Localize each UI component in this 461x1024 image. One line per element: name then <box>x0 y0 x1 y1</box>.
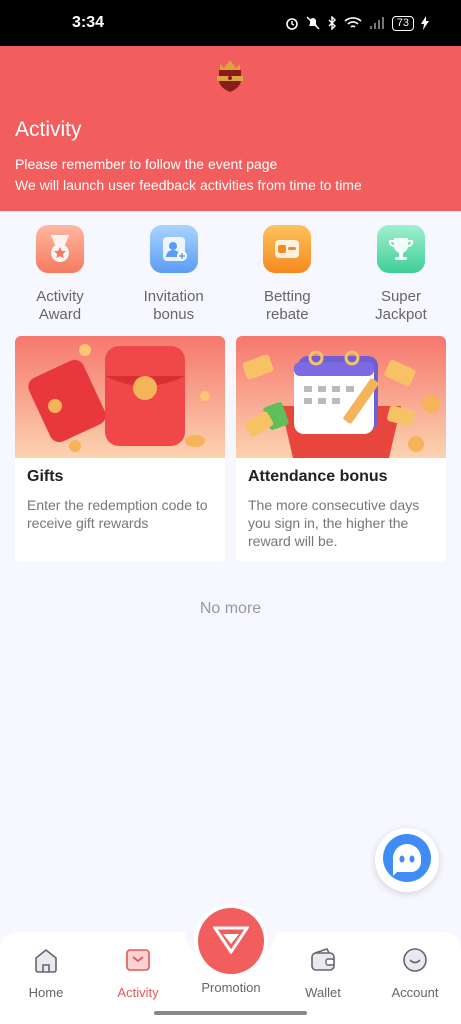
category-label: Activity Award <box>36 288 84 324</box>
category-label-line-1: Super <box>380 288 421 305</box>
brand-logo <box>215 58 245 92</box>
customer-service-button[interactable] <box>375 828 439 892</box>
header-description: Please remember to follow the event page… <box>15 154 362 196</box>
chat-bot-icon <box>381 832 433 889</box>
promotion-icon <box>212 924 250 959</box>
nav-activity[interactable]: Activity <box>98 946 178 1000</box>
nav-label: Wallet <box>305 985 341 1000</box>
signal-icon <box>369 16 385 30</box>
nav-promotion-button[interactable] <box>198 908 264 974</box>
activity-icon <box>124 946 152 979</box>
category-label-line-1: Betting <box>263 288 311 305</box>
header-desc-line-2: We will launch user feedback activities … <box>15 177 362 193</box>
account-icon <box>401 946 429 979</box>
wifi-icon <box>344 16 362 30</box>
category-label: Super Jackpot <box>375 288 427 324</box>
nav-wallet[interactable]: Wallet <box>283 946 363 1000</box>
list-end-label: No more <box>199 600 262 617</box>
nav-account[interactable]: Account <box>375 946 455 1000</box>
card-description: Enter the redemption code to receive gif… <box>27 497 208 531</box>
category-label-line-2: rebate <box>266 306 309 323</box>
gifts-card[interactable]: Gifts Enter the redemption code to recei… <box>15 336 225 562</box>
nav-promotion-label[interactable]: Promotion <box>181 980 281 995</box>
nav-home[interactable]: Home <box>6 946 86 1000</box>
rebate-icon <box>263 225 312 273</box>
category-label-line-2: bonus <box>153 306 195 323</box>
alarm-icon <box>285 16 299 30</box>
wallet-icon <box>309 946 337 979</box>
category-label: Betting rebate <box>264 288 311 324</box>
category-label-line-2: Jackpot <box>375 306 427 323</box>
category-label-line-2: Award <box>38 306 82 323</box>
category-label-line-1: Invitation <box>143 288 204 305</box>
home-icon <box>32 946 60 979</box>
nav-label: Account <box>391 985 439 1000</box>
status-time: 3:34 <box>72 14 105 31</box>
page-title: Activity <box>15 118 82 141</box>
activity-categories: Activity Award Invitation bonus Betting … <box>0 220 461 328</box>
home-indicator[interactable] <box>154 1011 307 1015</box>
nav-label: Home <box>28 985 64 1000</box>
card-title: Attendance bonus <box>248 468 388 485</box>
card-description: The more consecutive days you sign in, t… <box>248 497 420 549</box>
header-desc-line-1: Please remember to follow the event page <box>15 156 278 172</box>
trophy-icon <box>376 225 425 273</box>
invite-user-icon <box>149 225 198 273</box>
battery-indicator: 73 <box>391 15 414 31</box>
category-invitation-bonus[interactable]: Invitation bonus <box>119 220 229 328</box>
bluetooth-icon <box>327 16 337 30</box>
category-label-line-1: Activity <box>36 288 84 305</box>
gifts-illustration <box>15 336 225 458</box>
category-label: Invitation bonus <box>144 288 204 324</box>
activity-header: Activity Please remember to follow the e… <box>0 46 461 211</box>
charging-icon <box>421 16 429 30</box>
category-activity-award[interactable]: Activity Award <box>5 220 115 328</box>
status-bar: 3:34 73 <box>0 0 461 46</box>
attendance-illustration <box>236 336 446 458</box>
category-super-jackpot[interactable]: Super Jackpot <box>346 220 456 328</box>
mute-icon <box>306 16 320 30</box>
attendance-bonus-card[interactable]: Attendance bonus The more consecutive da… <box>236 336 446 562</box>
medal-icon <box>36 225 84 273</box>
status-icons: 73 <box>285 15 429 31</box>
category-betting-rebate[interactable]: Betting rebate <box>232 220 342 328</box>
card-title: Gifts <box>27 468 64 485</box>
nav-label: Activity <box>117 985 159 1000</box>
